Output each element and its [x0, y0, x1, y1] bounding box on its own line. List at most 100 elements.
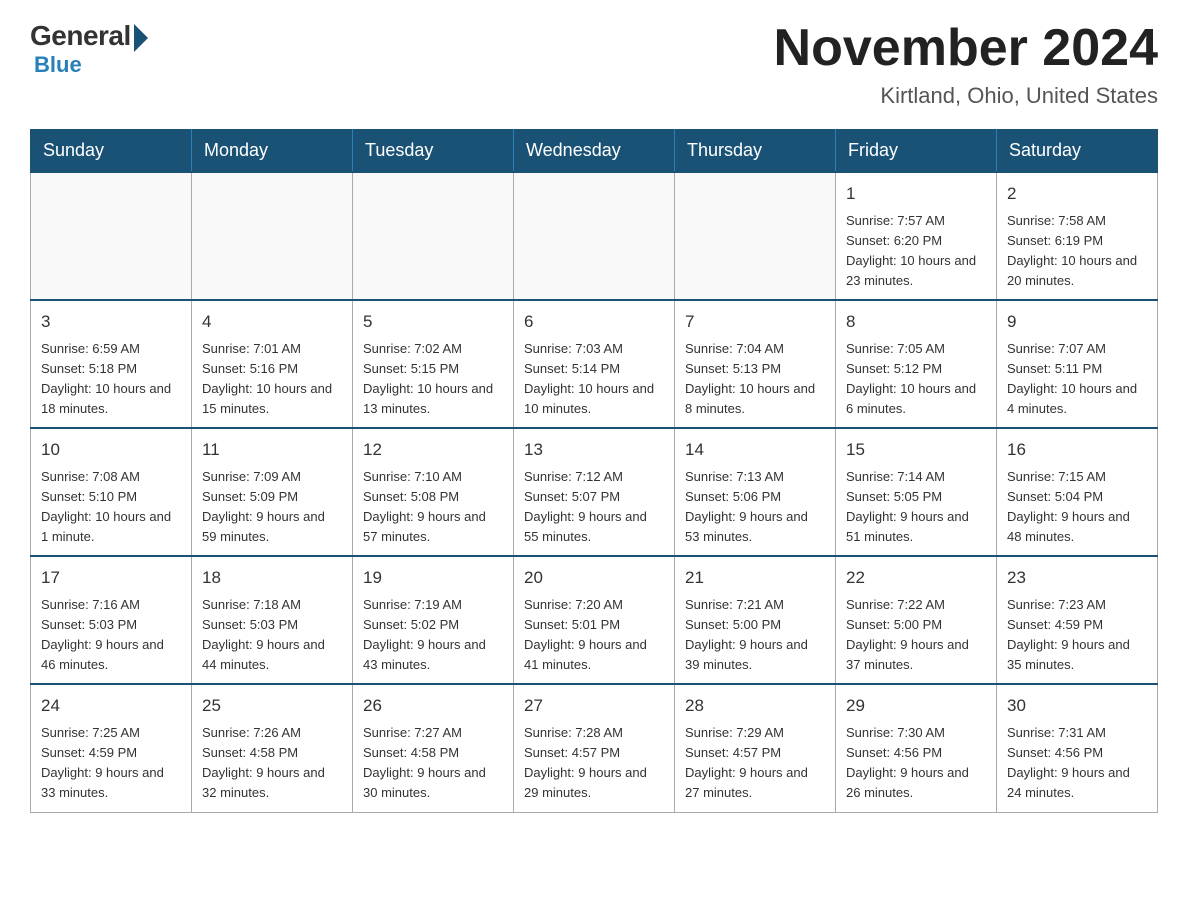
day-number: 6: [524, 309, 664, 335]
day-number: 8: [846, 309, 986, 335]
day-info: Sunrise: 7:13 AM Sunset: 5:06 PM Dayligh…: [685, 467, 825, 548]
day-info: Sunrise: 7:08 AM Sunset: 5:10 PM Dayligh…: [41, 467, 181, 548]
calendar-day-cell: 24 Sunrise: 7:25 AM Sunset: 4:59 PM Dayli…: [31, 684, 192, 812]
calendar-day-cell: [192, 172, 353, 300]
calendar-day-cell: 29 Sunrise: 7:30 AM Sunset: 4:56 PM Dayli…: [836, 684, 997, 812]
day-number: 14: [685, 437, 825, 463]
calendar-day-cell: 23Sunrise: 7:23 AM Sunset: 4:59 PM Dayli…: [997, 556, 1158, 684]
day-number: 18: [202, 565, 342, 591]
day-number: 28: [685, 693, 825, 719]
day-info: Sunrise: 7:31 AM Sunset: 4:56 PM Dayligh…: [1007, 723, 1147, 804]
day-info: Sunrise: 7:30 AM Sunset: 4:56 PM Dayligh…: [846, 723, 986, 804]
calendar-day-header: Saturday: [997, 130, 1158, 173]
logo-general-text: General: [30, 20, 131, 52]
calendar-day-cell: 4Sunrise: 7:01 AM Sunset: 5:16 PM Daylig…: [192, 300, 353, 428]
location-subtitle: Kirtland, Ohio, United States: [774, 83, 1158, 109]
day-number: 7: [685, 309, 825, 335]
day-info: Sunrise: 7:02 AM Sunset: 5:15 PM Dayligh…: [363, 339, 503, 420]
calendar-day-cell: 28 Sunrise: 7:29 AM Sunset: 4:57 PM Dayli…: [675, 684, 836, 812]
day-number: 29: [846, 693, 986, 719]
logo-blue-text: Blue: [34, 52, 82, 78]
day-number: 27: [524, 693, 664, 719]
day-number: 25: [202, 693, 342, 719]
day-number: 4: [202, 309, 342, 335]
calendar-day-cell: 6 Sunrise: 7:03 AM Sunset: 5:14 PM Daylig…: [514, 300, 675, 428]
day-info: Sunrise: 7:12 AM Sunset: 5:07 PM Dayligh…: [524, 467, 664, 548]
day-info: Sunrise: 7:29 AM Sunset: 4:57 PM Dayligh…: [685, 723, 825, 804]
day-number: 17: [41, 565, 181, 591]
calendar-day-cell: [31, 172, 192, 300]
calendar-day-header: Tuesday: [353, 130, 514, 173]
calendar-day-cell: 20Sunrise: 7:20 AM Sunset: 5:01 PM Dayli…: [514, 556, 675, 684]
calendar-day-cell: [514, 172, 675, 300]
calendar-day-cell: 30 Sunrise: 7:31 AM Sunset: 4:56 PM Dayli…: [997, 684, 1158, 812]
day-info: Sunrise: 7:05 AM Sunset: 5:12 PM Dayligh…: [846, 339, 986, 420]
day-info: Sunrise: 7:28 AM Sunset: 4:57 PM Dayligh…: [524, 723, 664, 804]
calendar-day-header: Monday: [192, 130, 353, 173]
calendar-day-cell: 9Sunrise: 7:07 AM Sunset: 5:11 PM Daylig…: [997, 300, 1158, 428]
day-number: 13: [524, 437, 664, 463]
calendar-day-cell: 10Sunrise: 7:08 AM Sunset: 5:10 PM Dayli…: [31, 428, 192, 556]
day-info: Sunrise: 7:19 AM Sunset: 5:02 PM Dayligh…: [363, 595, 503, 676]
day-number: 5: [363, 309, 503, 335]
calendar-day-cell: 21 Sunrise: 7:21 AM Sunset: 5:00 PM Dayli…: [675, 556, 836, 684]
day-number: 3: [41, 309, 181, 335]
calendar-day-cell: 14 Sunrise: 7:13 AM Sunset: 5:06 PM Dayli…: [675, 428, 836, 556]
day-number: 22: [846, 565, 986, 591]
day-number: 16: [1007, 437, 1147, 463]
day-info: Sunrise: 7:15 AM Sunset: 5:04 PM Dayligh…: [1007, 467, 1147, 548]
title-section: November 2024 Kirtland, Ohio, United Sta…: [774, 20, 1158, 109]
calendar-day-cell: 7 Sunrise: 7:04 AM Sunset: 5:13 PM Daylig…: [675, 300, 836, 428]
day-info: Sunrise: 6:59 AM Sunset: 5:18 PM Dayligh…: [41, 339, 181, 420]
day-info: Sunrise: 7:25 AM Sunset: 4:59 PM Dayligh…: [41, 723, 181, 804]
calendar-table: SundayMondayTuesdayWednesdayThursdayFrid…: [30, 129, 1158, 812]
day-number: 21: [685, 565, 825, 591]
day-info: Sunrise: 7:07 AM Sunset: 5:11 PM Dayligh…: [1007, 339, 1147, 420]
calendar-week-row: 1Sunrise: 7:57 AM Sunset: 6:20 PM Daylig…: [31, 172, 1158, 300]
calendar-day-cell: 8 Sunrise: 7:05 AM Sunset: 5:12 PM Daylig…: [836, 300, 997, 428]
day-info: Sunrise: 7:22 AM Sunset: 5:00 PM Dayligh…: [846, 595, 986, 676]
day-info: Sunrise: 7:16 AM Sunset: 5:03 PM Dayligh…: [41, 595, 181, 676]
day-number: 12: [363, 437, 503, 463]
calendar-day-cell: 12 Sunrise: 7:10 AM Sunset: 5:08 PM Dayli…: [353, 428, 514, 556]
day-info: Sunrise: 7:10 AM Sunset: 5:08 PM Dayligh…: [363, 467, 503, 548]
calendar-header-row: SundayMondayTuesdayWednesdayThursdayFrid…: [31, 130, 1158, 173]
day-info: Sunrise: 7:27 AM Sunset: 4:58 PM Dayligh…: [363, 723, 503, 804]
calendar-day-cell: 27 Sunrise: 7:28 AM Sunset: 4:57 PM Dayli…: [514, 684, 675, 812]
day-info: Sunrise: 7:09 AM Sunset: 5:09 PM Dayligh…: [202, 467, 342, 548]
day-info: Sunrise: 7:04 AM Sunset: 5:13 PM Dayligh…: [685, 339, 825, 420]
calendar-day-cell: 17 Sunrise: 7:16 AM Sunset: 5:03 PM Dayli…: [31, 556, 192, 684]
day-info: Sunrise: 7:58 AM Sunset: 6:19 PM Dayligh…: [1007, 211, 1147, 292]
calendar-day-cell: 15 Sunrise: 7:14 AM Sunset: 5:05 PM Dayli…: [836, 428, 997, 556]
calendar-day-cell: [675, 172, 836, 300]
day-number: 26: [363, 693, 503, 719]
day-info: Sunrise: 7:18 AM Sunset: 5:03 PM Dayligh…: [202, 595, 342, 676]
logo-arrow-icon: [134, 24, 148, 52]
logo: General Blue: [30, 20, 148, 78]
calendar-day-cell: 3 Sunrise: 6:59 AM Sunset: 5:18 PM Daylig…: [31, 300, 192, 428]
day-number: 30: [1007, 693, 1147, 719]
calendar-day-header: Sunday: [31, 130, 192, 173]
day-number: 1: [846, 181, 986, 207]
calendar-day-cell: 18 Sunrise: 7:18 AM Sunset: 5:03 PM Dayli…: [192, 556, 353, 684]
day-info: Sunrise: 7:03 AM Sunset: 5:14 PM Dayligh…: [524, 339, 664, 420]
day-number: 20: [524, 565, 664, 591]
day-number: 23: [1007, 565, 1147, 591]
day-info: Sunrise: 7:14 AM Sunset: 5:05 PM Dayligh…: [846, 467, 986, 548]
calendar-day-cell: [353, 172, 514, 300]
day-info: Sunrise: 7:21 AM Sunset: 5:00 PM Dayligh…: [685, 595, 825, 676]
calendar-week-row: 17 Sunrise: 7:16 AM Sunset: 5:03 PM Dayli…: [31, 556, 1158, 684]
calendar-week-row: 3 Sunrise: 6:59 AM Sunset: 5:18 PM Daylig…: [31, 300, 1158, 428]
day-number: 19: [363, 565, 503, 591]
calendar-day-cell: 2 Sunrise: 7:58 AM Sunset: 6:19 PM Daylig…: [997, 172, 1158, 300]
day-number: 15: [846, 437, 986, 463]
calendar-day-cell: 5 Sunrise: 7:02 AM Sunset: 5:15 PM Daylig…: [353, 300, 514, 428]
calendar-day-header: Wednesday: [514, 130, 675, 173]
calendar-day-cell: 16 Sunrise: 7:15 AM Sunset: 5:04 PM Dayli…: [997, 428, 1158, 556]
day-number: 2: [1007, 181, 1147, 207]
calendar-day-header: Friday: [836, 130, 997, 173]
day-number: 11: [202, 437, 342, 463]
calendar-day-cell: 25Sunrise: 7:26 AM Sunset: 4:58 PM Dayli…: [192, 684, 353, 812]
day-number: 24: [41, 693, 181, 719]
calendar-day-cell: 22 Sunrise: 7:22 AM Sunset: 5:00 PM Dayli…: [836, 556, 997, 684]
